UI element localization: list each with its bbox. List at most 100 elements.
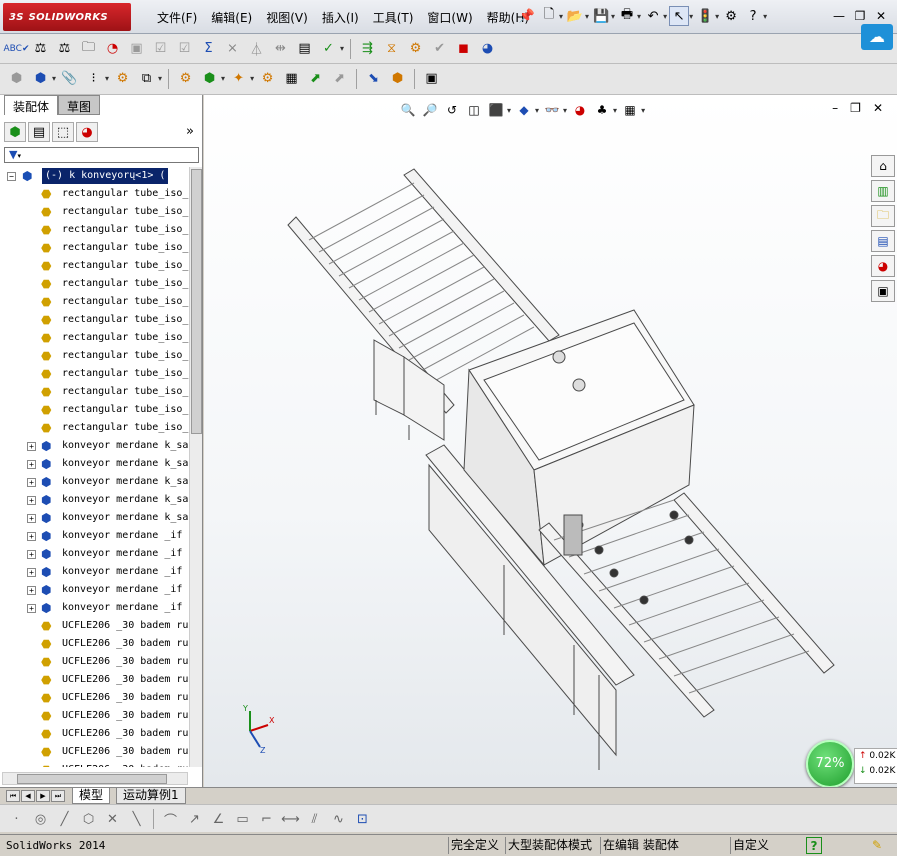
- new-motion-icon[interactable]: ⚙: [257, 68, 278, 89]
- tree-item[interactable]: + ⬢ konveyor merdane _if: [0, 527, 190, 545]
- status-help-icon[interactable]: ?: [806, 837, 822, 854]
- tree-item[interactable]: ⬣ UCFLE206 _30 badem ru: [0, 671, 190, 689]
- tree-item[interactable]: ⬣ UCFLE206 _30 badem ru: [0, 743, 190, 761]
- menu-item-2[interactable]: 视图(V): [259, 10, 315, 26]
- export-icon[interactable]: ⇶: [357, 38, 378, 59]
- sum-icon[interactable]: Σ: [198, 38, 219, 59]
- tab-model[interactable]: 模型: [72, 788, 111, 804]
- tree-horizontal-scrollbar[interactable]: [2, 772, 188, 785]
- tab-assembly[interactable]: 装配体: [4, 95, 59, 115]
- tree-item[interactable]: ⬣ rectangular tube_iso_: [0, 275, 190, 293]
- restore-button[interactable]: ❐: [851, 8, 869, 24]
- tree-item[interactable]: + ⬢ konveyor merdane _if: [0, 563, 190, 581]
- tree-item[interactable]: + ⬢ konveyor merdane k_sa: [0, 437, 190, 455]
- tab-motion-study[interactable]: 运动算例1: [116, 788, 186, 804]
- folder-icon[interactable]: 🗀: [78, 38, 99, 59]
- trim-icon[interactable]: ✕: [102, 809, 123, 829]
- exploded-view-icon[interactable]: ⬈: [305, 68, 326, 89]
- tree-item[interactable]: + ⬢ konveyor merdane _if: [0, 581, 190, 599]
- point-icon[interactable]: ·: [6, 809, 27, 829]
- tab-sketch[interactable]: 草图: [58, 95, 101, 115]
- graphics-viewport[interactable]: 🔍 🔎 ↺ ◫ ⬛ ▾ ◆ ▾ 👓 ▾ ◕ ♣ ▾ ▦ ▾ – ❐ ✕ ⌂ ▥ 🗀 ▤ ◕…: [204, 95, 897, 788]
- balance-icon[interactable]: ⚖: [30, 38, 51, 59]
- linear-pattern-icon[interactable]: ⁝: [83, 68, 104, 89]
- prev-tab-icon[interactable]: ◀: [21, 790, 35, 802]
- options-icon[interactable]: ⚙: [721, 6, 741, 26]
- print-icon[interactable]: 🖶: [617, 6, 637, 26]
- snapshot-icon[interactable]: ▣: [421, 68, 442, 89]
- expand-toggle-icon[interactable]: +: [27, 604, 36, 613]
- undo-icon[interactable]: ↶: [643, 6, 663, 26]
- expand-toggle-icon[interactable]: +: [27, 550, 36, 559]
- filter-field[interactable]: ▼▾: [4, 147, 199, 163]
- spell-check-icon[interactable]: ABC✔: [4, 38, 30, 59]
- tree-item[interactable]: ⬣ UCFLE206 _30 badem ru: [0, 725, 190, 743]
- status-tag-icon[interactable]: ✎: [870, 837, 884, 854]
- expand-toggle-icon[interactable]: +: [27, 532, 36, 541]
- explode-line-icon[interactable]: ⬈: [329, 68, 350, 89]
- help-icon[interactable]: ?: [743, 6, 763, 26]
- expand-toggle-icon[interactable]: +: [27, 568, 36, 577]
- save-icon[interactable]: 💾: [591, 6, 611, 26]
- settings-icon[interactable]: ⚙: [405, 38, 426, 59]
- tree-item[interactable]: + ⬢ konveyor merdane _if: [0, 545, 190, 563]
- expand-toggle-icon[interactable]: +: [27, 496, 36, 505]
- tree-item[interactable]: ⬣ UCFLE206 _30 badem ru: [0, 689, 190, 707]
- bill-of-materials-icon[interactable]: ▦: [281, 68, 302, 89]
- check-icon[interactable]: ☑: [150, 38, 171, 59]
- tree-item[interactable]: ⬣ rectangular tube_iso_: [0, 401, 190, 419]
- open-folder-icon[interactable]: 📂: [565, 6, 585, 26]
- new-part-icon[interactable]: ⬢: [30, 68, 51, 89]
- property-manager-icon[interactable]: ▤: [28, 122, 50, 142]
- tree-item[interactable]: ⬣ rectangular tube_iso_: [0, 293, 190, 311]
- align-icon[interactable]: ⇹: [270, 38, 291, 59]
- menu-item-1[interactable]: 编辑(E): [204, 10, 259, 26]
- color-square-icon[interactable]: ◼: [453, 38, 474, 59]
- insert-component-icon[interactable]: ⬢: [6, 68, 27, 89]
- expand-toggle-icon[interactable]: +: [27, 478, 36, 487]
- tree-item[interactable]: + ⬢ konveyor merdane k_sa: [0, 473, 190, 491]
- tree-item[interactable]: ⬣ rectangular tube_iso_: [0, 383, 190, 401]
- tree-item[interactable]: ⬣ rectangular tube_iso_: [0, 347, 190, 365]
- menu-item-5[interactable]: 窗口(W): [420, 10, 479, 26]
- menu-item-3[interactable]: 插入(I): [315, 10, 366, 26]
- part-icon[interactable]: ▣: [126, 38, 147, 59]
- display-manager-icon[interactable]: ◕: [76, 122, 98, 142]
- ribbon-icon[interactable]: ⧖: [381, 38, 402, 59]
- conveyor-model[interactable]: [204, 95, 897, 787]
- move-component-icon[interactable]: ⧉: [136, 68, 157, 89]
- check2-icon[interactable]: ☑: [174, 38, 195, 59]
- angle-icon[interactable]: ∠: [208, 809, 229, 829]
- expand-toggle-icon[interactable]: +: [27, 586, 36, 595]
- tree-item[interactable]: ⬣ UCFLE206 _30 badem ru: [0, 617, 190, 635]
- cloud-icon[interactable]: ☁: [861, 24, 893, 50]
- interference-icon[interactable]: ✓: [318, 38, 339, 59]
- solidworks-logo[interactable]: 3S SOLIDWORKS: [3, 3, 131, 31]
- mirror-icon[interactable]: ⫽: [304, 809, 325, 829]
- collapse-toggle-icon[interactable]: −: [7, 172, 16, 181]
- feature-tree-icon[interactable]: ⬢: [4, 122, 26, 142]
- check-circle-icon[interactable]: ✔: [429, 38, 450, 59]
- rectangle-icon[interactable]: ▭: [232, 809, 253, 829]
- status-units[interactable]: 自定义: [730, 837, 802, 854]
- expand-toggle-icon[interactable]: +: [27, 514, 36, 523]
- minimize-button[interactable]: —: [830, 8, 848, 24]
- select-cursor-icon[interactable]: ↖: [669, 6, 690, 26]
- assembly-features-icon[interactable]: ⬢: [199, 68, 220, 89]
- compare-icon[interactable]: ⨯: [222, 38, 243, 59]
- pin-icon[interactable]: 📌: [517, 6, 537, 26]
- tree-vertical-scrollbar[interactable]: [189, 167, 202, 767]
- expand-toggle-icon[interactable]: +: [27, 442, 36, 451]
- first-tab-icon[interactable]: ⏮: [6, 790, 20, 802]
- show-hidden-icon[interactable]: ⚙: [175, 68, 196, 89]
- last-tab-icon[interactable]: ⏭: [51, 790, 65, 802]
- spline-icon[interactable]: ∿: [328, 809, 349, 829]
- tree-item[interactable]: ⬣ rectangular tube_iso_: [0, 203, 190, 221]
- relation-icon[interactable]: ⊡: [352, 809, 373, 829]
- new-document-icon[interactable]: 🗋: [539, 6, 559, 26]
- tree-item[interactable]: ⬣ UCFLE206 _30 badem ru: [0, 635, 190, 653]
- tree-item[interactable]: ⬣ rectangular tube_iso_: [0, 239, 190, 257]
- collapse-panel-icon[interactable]: »: [186, 124, 194, 139]
- menu-item-4[interactable]: 工具(T): [366, 10, 421, 26]
- tree-item[interactable]: + ⬢ konveyor merdane _if: [0, 599, 190, 617]
